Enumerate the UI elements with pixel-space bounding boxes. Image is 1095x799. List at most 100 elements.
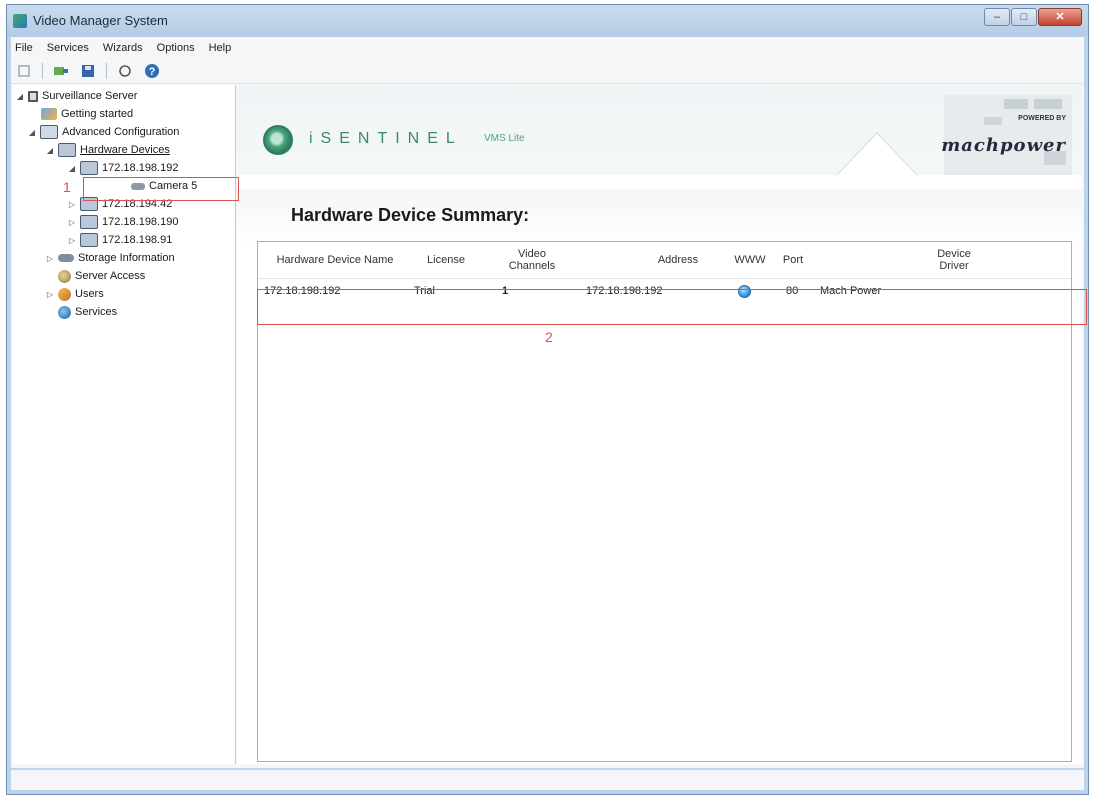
powered-by-panel: POWERED BY machpower <box>884 95 1072 175</box>
column-header-address[interactable]: Address <box>618 242 738 278</box>
brand-banner: iSENTINEL VMS Lite POWERED BY machpower <box>237 85 1082 189</box>
device-icon <box>80 197 98 211</box>
tree-label: Users <box>75 288 104 300</box>
column-header-port[interactable]: Port <box>776 242 810 278</box>
table-row[interactable]: 172.18.198.192 Trial 1 172.18.198.192 80… <box>258 278 1071 304</box>
cell-port: 80 <box>786 285 799 297</box>
tree-node-root[interactable]: ◢ Surveillance Server <box>15 87 137 105</box>
tree-label: Surveillance Server <box>42 90 138 102</box>
camera-icon <box>131 182 145 190</box>
expand-arrow-icon[interactable]: ▷ <box>67 236 77 245</box>
tree-node-device-selected[interactable]: ◢ 172.18.198.192 <box>67 159 178 177</box>
cell-driver: Mach Power <box>820 285 882 297</box>
expand-arrow-icon[interactable]: ▷ <box>67 200 77 209</box>
tree-node-camera[interactable]: Camera 5 <box>131 177 197 195</box>
help-icon[interactable]: ? <box>143 62 161 80</box>
collapse-arrow-icon[interactable]: ◢ <box>27 128 37 137</box>
close-button[interactable]: ✕ <box>1038 8 1082 26</box>
powered-by-label: POWERED BY <box>1018 115 1066 122</box>
camera-add-icon[interactable] <box>52 62 70 80</box>
tree-label: 172.18.198.91 <box>102 234 173 246</box>
cell-name: 172.18.198.192 <box>264 285 341 297</box>
storage-icon <box>58 254 74 262</box>
app-window: Video Manager System – □ ✕ File Services… <box>6 4 1089 795</box>
refresh-icon[interactable] <box>116 62 134 80</box>
menu-options[interactable]: Options <box>157 40 195 56</box>
menu-file[interactable]: File <box>15 40 33 56</box>
menu-bar: File Services Wizards Options Help <box>11 37 1084 59</box>
column-header-www[interactable]: WWW <box>730 242 770 278</box>
tree-node-device[interactable]: ▷ 172.18.194.42 <box>67 195 172 213</box>
expand-arrow-icon[interactable]: ▷ <box>45 254 55 263</box>
minimize-button[interactable]: – <box>984 8 1010 26</box>
tree-label: Storage Information <box>78 252 175 264</box>
tree-label: 172.18.194.42 <box>102 198 173 210</box>
tree-node-device[interactable]: ▷ 172.18.198.91 <box>67 231 172 249</box>
tree-node-advanced-config[interactable]: ◢ Advanced Configuration <box>27 123 179 141</box>
tree-label: 172.18.198.192 <box>102 162 179 174</box>
add-icon[interactable] <box>15 62 33 80</box>
services-icon <box>58 305 71 319</box>
device-summary-table: Hardware Device Name License Video Chann… <box>257 241 1072 762</box>
getting-started-icon <box>41 108 57 120</box>
tree-node-getting-started[interactable]: Getting started <box>41 105 133 123</box>
table-header: Hardware Device Name License Video Chann… <box>258 242 1071 279</box>
tree-label: Server Access <box>75 270 146 282</box>
status-bar <box>11 769 1084 790</box>
tree-label: Camera 5 <box>149 180 198 192</box>
client-area: File Services Wizards Options Help ? ◢ S… <box>11 37 1087 768</box>
content-panel: iSENTINEL VMS Lite POWERED BY machpower … <box>237 85 1082 764</box>
globe-icon[interactable] <box>738 284 751 298</box>
window-title: Video Manager System <box>33 13 168 28</box>
cell-channels: 1 <box>502 285 509 297</box>
tree-label: Getting started <box>61 108 134 120</box>
maximize-button[interactable]: □ <box>1011 8 1037 26</box>
device-icon <box>80 161 98 175</box>
tree-node-device[interactable]: ▷ 172.18.198.190 <box>67 213 178 231</box>
server-access-icon <box>58 269 71 283</box>
users-icon <box>58 287 71 301</box>
brand-edition: VMS Lite <box>484 133 525 144</box>
expand-arrow-icon[interactable]: ▷ <box>45 290 55 299</box>
toolbar-separator <box>106 63 107 79</box>
tree-node-storage[interactable]: ▷ Storage Information <box>45 249 175 267</box>
tree-node-server-access[interactable]: Server Access <box>58 267 145 285</box>
cell-address: 172.18.198.192 <box>586 285 663 297</box>
hardware-icon <box>58 143 76 157</box>
navigation-tree: ◢ Surveillance Server Getting started ◢ … <box>13 85 236 764</box>
config-icon <box>40 125 58 139</box>
toolbar: ? <box>11 59 1084 84</box>
tree-label: Hardware Devices <box>80 144 170 156</box>
cell-www[interactable] <box>738 278 751 304</box>
server-icon <box>28 90 38 102</box>
column-header-driver[interactable]: Device Driver <box>924 242 984 278</box>
tree-label: Services <box>75 306 118 318</box>
expand-arrow-icon[interactable]: ▷ <box>67 218 77 227</box>
summary-title: Hardware Device Summary: <box>291 205 530 225</box>
device-icon <box>80 233 98 247</box>
title-bar[interactable]: Video Manager System – □ ✕ <box>7 5 1088 37</box>
column-header-name[interactable]: Hardware Device Name <box>260 242 410 278</box>
tree-label: 172.18.198.190 <box>102 216 179 228</box>
tree-node-users[interactable]: ▷ Users <box>45 285 104 303</box>
tree-node-services[interactable]: Services <box>58 303 117 321</box>
collapse-arrow-icon[interactable]: ◢ <box>15 92 25 101</box>
annotation-label-2: 2 <box>545 329 553 345</box>
menu-services[interactable]: Services <box>47 40 89 56</box>
column-header-license[interactable]: License <box>418 242 474 278</box>
collapse-arrow-icon[interactable]: ◢ <box>45 146 55 155</box>
brand-name: iSENTINEL <box>309 130 463 147</box>
toolbar-separator <box>42 63 43 79</box>
cell-license: Trial <box>414 285 435 297</box>
isentinel-logo-icon <box>263 125 293 155</box>
save-icon[interactable] <box>79 62 97 80</box>
svg-text:?: ? <box>149 66 156 78</box>
annotation-label-1: 1 <box>63 179 71 195</box>
device-icon <box>80 215 98 229</box>
menu-wizards[interactable]: Wizards <box>103 40 143 56</box>
collapse-arrow-icon[interactable]: ◢ <box>67 164 77 173</box>
menu-help[interactable]: Help <box>209 40 232 56</box>
tree-label: Advanced Configuration <box>62 126 180 138</box>
tree-node-hardware-devices[interactable]: ◢ Hardware Devices <box>45 141 170 159</box>
column-header-channels[interactable]: Video Channels <box>502 242 562 278</box>
